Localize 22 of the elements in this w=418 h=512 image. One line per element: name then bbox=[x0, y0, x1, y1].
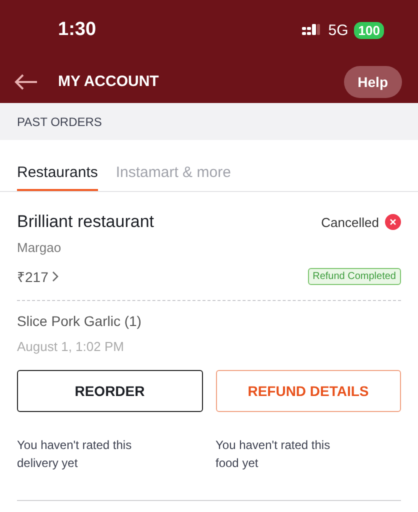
rating-prompt: You haven't rated this food yet bbox=[216, 437, 332, 472]
order-date: August 1, 1:02 PM bbox=[17, 339, 125, 354]
refund-status-badge: Refund Completed bbox=[308, 268, 401, 285]
section-title: PAST ORDERS bbox=[17, 114, 102, 128]
order-items: Slice Pork Garlic (1) bbox=[17, 313, 142, 329]
rating-prompt: You haven't rated this delivery yet bbox=[17, 437, 133, 472]
back-arrow-icon[interactable] bbox=[14, 74, 38, 90]
help-button[interactable]: Help bbox=[344, 66, 402, 98]
chevron-icon bbox=[52, 271, 60, 282]
refund-details-button[interactable]: REFUND DETAILS bbox=[216, 370, 401, 412]
restaurant-name: Brilliant restaurant bbox=[17, 212, 154, 232]
reorder-button[interactable]: REORDER bbox=[17, 370, 202, 412]
network-label: 5G bbox=[328, 22, 348, 38]
tab[interactable]: Restaurants bbox=[17, 160, 98, 191]
restaurant-location: Margao bbox=[17, 240, 62, 255]
order-status: Cancelled bbox=[321, 214, 379, 230]
page-title: MY ACCOUNT bbox=[58, 73, 160, 90]
cancel-icon bbox=[385, 214, 401, 230]
battery-indicator: 100 bbox=[354, 22, 384, 38]
status-time: 1:30 bbox=[58, 19, 96, 41]
signal-icon bbox=[302, 24, 322, 36]
order-amount[interactable]: ₹217 bbox=[17, 267, 60, 286]
